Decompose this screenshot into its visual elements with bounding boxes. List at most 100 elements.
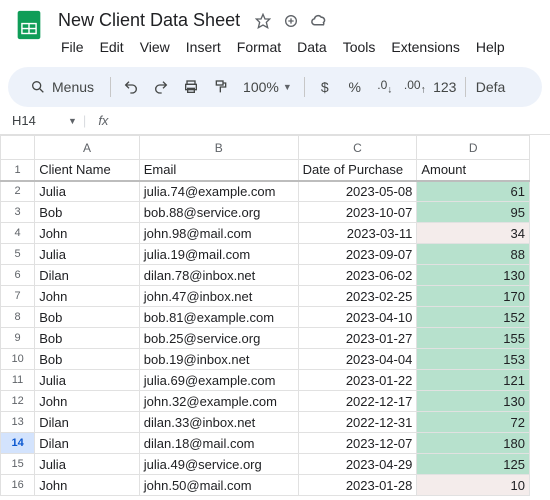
cell-email[interactable]: julia.74@example.com bbox=[139, 181, 298, 202]
row-head[interactable]: 13 bbox=[1, 412, 35, 433]
zoom-dropdown[interactable]: 100%▼ bbox=[237, 79, 298, 95]
row-head[interactable]: 4 bbox=[1, 223, 35, 244]
cell-date[interactable]: 2023-01-28 bbox=[298, 475, 417, 496]
cell-email[interactable]: bob.88@service.org bbox=[139, 202, 298, 223]
row-head[interactable]: 16 bbox=[1, 475, 35, 496]
cell-date[interactable]: 2023-05-08 bbox=[298, 181, 417, 202]
menu-view[interactable]: View bbox=[133, 35, 177, 59]
menu-insert[interactable]: Insert bbox=[179, 35, 228, 59]
cell-name[interactable]: John bbox=[35, 286, 140, 307]
cell-amount[interactable]: 170 bbox=[417, 286, 530, 307]
row-head[interactable]: 14 bbox=[1, 433, 35, 454]
cell-email[interactable]: dilan.33@inbox.net bbox=[139, 412, 298, 433]
row-head[interactable]: 12 bbox=[1, 391, 35, 412]
cell-email[interactable]: julia.49@service.org bbox=[139, 454, 298, 475]
cell-date[interactable]: 2023-03-11 bbox=[298, 223, 417, 244]
row-head[interactable]: 9 bbox=[1, 328, 35, 349]
cloud-status-icon[interactable] bbox=[310, 12, 328, 30]
row-head[interactable]: 15 bbox=[1, 454, 35, 475]
cell-email[interactable]: bob.25@service.org bbox=[139, 328, 298, 349]
undo-button[interactable] bbox=[117, 73, 145, 101]
cell-amount[interactable]: 72 bbox=[417, 412, 530, 433]
cell-name[interactable]: Dilan bbox=[35, 433, 140, 454]
cell-date[interactable]: 2022-12-17 bbox=[298, 391, 417, 412]
cell-email[interactable]: bob.19@inbox.net bbox=[139, 349, 298, 370]
cell-name[interactable]: Bob bbox=[35, 202, 140, 223]
cell-amount[interactable]: 155 bbox=[417, 328, 530, 349]
star-icon[interactable] bbox=[254, 12, 272, 30]
col-head-a[interactable]: A bbox=[35, 136, 140, 160]
cell-date[interactable]: 2023-01-27 bbox=[298, 328, 417, 349]
cell-name[interactable]: Bob bbox=[35, 328, 140, 349]
row-head[interactable]: 7 bbox=[1, 286, 35, 307]
cell-date[interactable]: 2023-06-02 bbox=[298, 265, 417, 286]
cell-email[interactable]: john.98@mail.com bbox=[139, 223, 298, 244]
col-head-d[interactable]: D bbox=[417, 136, 530, 160]
percent-button[interactable]: % bbox=[341, 73, 369, 101]
menu-file[interactable]: File bbox=[54, 35, 91, 59]
menu-extensions[interactable]: Extensions bbox=[384, 35, 466, 59]
cell-name[interactable]: Bob bbox=[35, 349, 140, 370]
font-dropdown[interactable]: Defa bbox=[472, 79, 510, 95]
menu-tools[interactable]: Tools bbox=[336, 35, 383, 59]
cell-amount[interactable]: 61 bbox=[417, 181, 530, 202]
cell-name[interactable]: Julia bbox=[35, 370, 140, 391]
move-icon[interactable] bbox=[282, 12, 300, 30]
select-all-corner[interactable] bbox=[1, 136, 35, 160]
col-head-b[interactable]: B bbox=[139, 136, 298, 160]
cell-amount[interactable]: 125 bbox=[417, 454, 530, 475]
cell-name[interactable]: Julia bbox=[35, 454, 140, 475]
cell-name[interactable]: Julia bbox=[35, 244, 140, 265]
cell-date[interactable]: 2023-02-25 bbox=[298, 286, 417, 307]
chevron-down-icon[interactable]: ▼ bbox=[68, 116, 77, 126]
cell-name[interactable]: John bbox=[35, 223, 140, 244]
cell-email[interactable]: john.47@inbox.net bbox=[139, 286, 298, 307]
cell-name[interactable]: Dilan bbox=[35, 265, 140, 286]
cell-amount[interactable]: 130 bbox=[417, 265, 530, 286]
cell-email[interactable]: julia.19@mail.com bbox=[139, 244, 298, 265]
header-cell-amount[interactable]: Amount bbox=[417, 160, 530, 181]
cell-amount[interactable]: 95 bbox=[417, 202, 530, 223]
menu-data[interactable]: Data bbox=[290, 35, 334, 59]
header-cell-email[interactable]: Email bbox=[139, 160, 298, 181]
formula-bar-input[interactable] bbox=[120, 113, 550, 128]
col-head-c[interactable]: C bbox=[298, 136, 417, 160]
row-head[interactable]: 6 bbox=[1, 265, 35, 286]
menu-format[interactable]: Format bbox=[230, 35, 288, 59]
cell-amount[interactable]: 10 bbox=[417, 475, 530, 496]
row-head[interactable]: 5 bbox=[1, 244, 35, 265]
cell-date[interactable]: 2022-12-31 bbox=[298, 412, 417, 433]
cell-date[interactable]: 2023-04-29 bbox=[298, 454, 417, 475]
decrease-decimal-button[interactable]: .0↓ bbox=[371, 73, 399, 101]
spreadsheet-grid[interactable]: A B C D 1 Client Name Email Date of Purc… bbox=[0, 135, 550, 496]
cell-date[interactable]: 2023-04-10 bbox=[298, 307, 417, 328]
cell-email[interactable]: dilan.18@mail.com bbox=[139, 433, 298, 454]
cell-name[interactable]: Bob bbox=[35, 307, 140, 328]
toolbar-search[interactable]: Menus bbox=[20, 75, 104, 99]
cell-email[interactable]: john.50@mail.com bbox=[139, 475, 298, 496]
cell-amount[interactable]: 130 bbox=[417, 391, 530, 412]
paint-format-button[interactable] bbox=[207, 73, 235, 101]
sheets-logo-icon[interactable] bbox=[12, 8, 46, 42]
increase-decimal-button[interactable]: .00↑ bbox=[401, 73, 429, 101]
cell-amount[interactable]: 121 bbox=[417, 370, 530, 391]
name-box[interactable]: H14 bbox=[8, 111, 62, 130]
cell-date[interactable]: 2023-04-04 bbox=[298, 349, 417, 370]
cell-email[interactable]: john.32@example.com bbox=[139, 391, 298, 412]
cell-email[interactable]: julia.69@example.com bbox=[139, 370, 298, 391]
cell-amount[interactable]: 180 bbox=[417, 433, 530, 454]
cell-name[interactable]: Dilan bbox=[35, 412, 140, 433]
menu-edit[interactable]: Edit bbox=[93, 35, 131, 59]
menu-help[interactable]: Help bbox=[469, 35, 512, 59]
row-head[interactable]: 8 bbox=[1, 307, 35, 328]
cell-name[interactable]: John bbox=[35, 391, 140, 412]
number-format-button[interactable]: 123 bbox=[431, 73, 459, 101]
header-cell-date[interactable]: Date of Purchase bbox=[298, 160, 417, 181]
cell-name[interactable]: Julia bbox=[35, 181, 140, 202]
cell-date[interactable]: 2023-01-22 bbox=[298, 370, 417, 391]
cell-email[interactable]: dilan.78@inbox.net bbox=[139, 265, 298, 286]
cell-date[interactable]: 2023-09-07 bbox=[298, 244, 417, 265]
row-head[interactable]: 1 bbox=[1, 160, 35, 181]
cell-date[interactable]: 2023-10-07 bbox=[298, 202, 417, 223]
cell-amount[interactable]: 88 bbox=[417, 244, 530, 265]
